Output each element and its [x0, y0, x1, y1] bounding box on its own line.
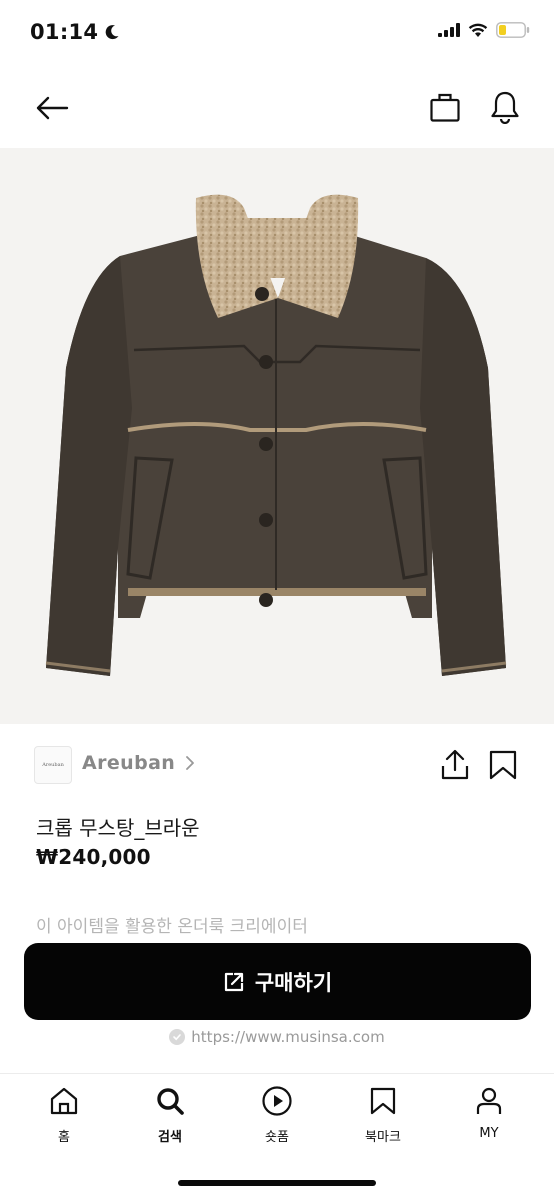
shopping-bag-button[interactable]	[424, 86, 466, 128]
bookmark-button[interactable]	[486, 746, 520, 784]
brand-row: Areuban Areuban	[34, 742, 534, 790]
brand-logo-text: Areuban	[42, 762, 64, 768]
creator-section-title: 이 아이템을 활용한 온더룩 크리에이터	[36, 917, 308, 937]
tab-home[interactable]: 홈	[24, 1084, 104, 1146]
moon-icon	[106, 25, 119, 40]
share-icon	[441, 749, 469, 780]
wifi-icon	[468, 23, 488, 37]
shopping-bag-icon	[430, 93, 460, 122]
tab-shortform-label: 숏폼	[265, 1130, 289, 1145]
search-icon	[153, 1084, 187, 1118]
status-time-text: 01:14	[30, 20, 99, 44]
product-price: ₩240,000	[36, 845, 151, 869]
source-url: https://www.musinsa.com	[191, 1028, 385, 1046]
tab-my[interactable]: MY	[449, 1084, 529, 1146]
back-button[interactable]	[32, 88, 72, 128]
bookmark-icon	[489, 750, 517, 780]
status-indicators	[438, 22, 530, 38]
notification-button[interactable]	[484, 86, 526, 128]
tab-home-label: 홈	[58, 1130, 70, 1145]
brand-logo[interactable]: Areuban	[34, 746, 72, 784]
top-nav	[0, 70, 554, 146]
buy-button[interactable]: 구매하기	[24, 943, 531, 1020]
play-icon	[260, 1084, 294, 1118]
source-link[interactable]: https://www.musinsa.com	[0, 1028, 554, 1046]
brand-name: Areuban	[82, 752, 176, 774]
share-button[interactable]	[438, 746, 472, 784]
product-title: 크롭 무스탕_브라운	[36, 816, 200, 840]
tab-bookmark-label: 북마크	[365, 1130, 401, 1145]
external-link-icon	[224, 972, 243, 991]
bell-icon	[491, 91, 519, 124]
signal-icon	[438, 23, 460, 37]
person-icon	[472, 1084, 506, 1118]
tab-search-label: 검색	[158, 1130, 182, 1145]
product-image[interactable]	[0, 148, 554, 724]
tab-my-label: MY	[479, 1126, 499, 1141]
tab-shortform[interactable]: 숏폼	[237, 1084, 317, 1146]
status-time: 01:14	[30, 20, 120, 44]
jacket-illustration	[45, 194, 507, 676]
arrow-left-icon	[36, 96, 69, 120]
bookmark-icon	[366, 1084, 400, 1118]
status-bar: 01:14	[0, 0, 554, 68]
tab-search[interactable]: 검색	[130, 1084, 210, 1146]
home-indicator	[178, 1180, 376, 1186]
check-icon	[169, 1029, 186, 1045]
home-icon	[47, 1084, 81, 1118]
buy-button-label: 구매하기	[254, 970, 333, 995]
brand-link[interactable]: Areuban	[82, 752, 195, 774]
chevron-right-icon	[186, 756, 195, 770]
tab-bookmark[interactable]: 북마크	[343, 1084, 423, 1146]
battery-icon	[496, 22, 530, 38]
